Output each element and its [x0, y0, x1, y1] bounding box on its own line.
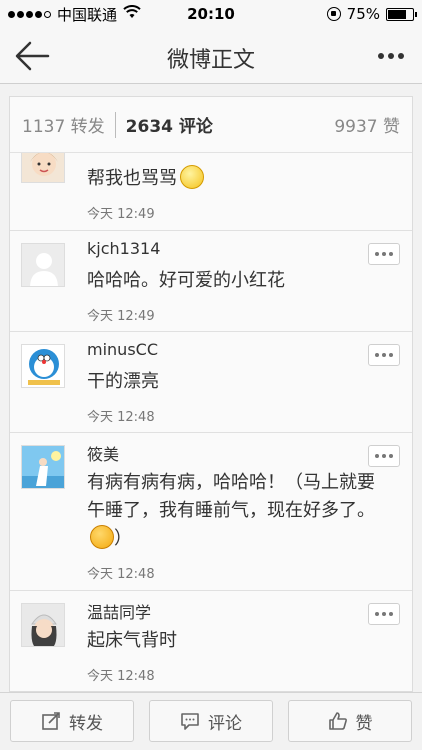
avatar[interactable]	[21, 344, 65, 388]
carrier-name: 中国联通	[57, 5, 118, 24]
comment-menu-button[interactable]	[368, 445, 400, 467]
comment-label: 评论	[208, 713, 242, 734]
comment-count: 2634	[125, 117, 173, 137]
stats-tab-bar: 1137 转发 2634 评论 9937 赞	[10, 97, 412, 153]
comment-text: 有病有病有病，哈哈哈！（马上就要午睡了，我有睡前气，现在好多了。）	[87, 472, 375, 549]
comment-item[interactable]: 帮我也骂骂 今天 12:49	[10, 153, 412, 231]
more-options-button[interactable]	[378, 48, 408, 64]
signal-strength-icon	[8, 10, 51, 18]
comment-text: 哈哈哈。好可爱的小红花	[87, 270, 285, 291]
repost-button[interactable]: 转发	[10, 700, 134, 742]
repost-tab-label: 转发	[70, 117, 105, 137]
comment-item[interactable]: minusCC 干的漂亮 今天 12:48	[10, 332, 412, 433]
avatar[interactable]	[21, 243, 65, 287]
commenter-name[interactable]: minusCC	[87, 340, 158, 359]
comment-text: 干的漂亮	[87, 371, 159, 392]
like-tab-label: 赞	[383, 117, 400, 137]
laughing-emoji-icon	[90, 525, 114, 549]
comment-time: 今天 12:49	[87, 309, 155, 324]
like-button[interactable]: 赞	[288, 700, 412, 742]
tab-divider	[114, 111, 116, 138]
battery-icon	[386, 7, 417, 21]
comment-menu-button[interactable]	[368, 603, 400, 625]
shy-emoji-icon	[180, 165, 204, 189]
comment-item[interactable]: 温喆同学 起床气背时 今天 12:48	[10, 591, 412, 691]
comment-list: 帮我也骂骂 今天 12:49 kjch1314 哈哈哈。好可爱的小红花 今天 1…	[10, 153, 412, 691]
comment-time: 今天 12:48	[87, 567, 155, 582]
comment-button[interactable]: 评论	[149, 700, 273, 742]
status-bar: 中国联通 20:10 75%	[0, 0, 422, 28]
comment-menu-button[interactable]	[368, 344, 400, 366]
comment-text: 起床气背时	[87, 630, 177, 651]
comment-tab-label: 评论	[178, 117, 213, 137]
repost-label: 转发	[69, 713, 103, 734]
battery-percent: 75%	[346, 5, 380, 23]
commenter-name[interactable]: 温喆同学	[87, 599, 151, 623]
avatar[interactable]	[21, 603, 65, 647]
comment-time: 今天 12:48	[87, 669, 155, 684]
comment-item[interactable]: kjch1314 哈哈哈。好可爱的小红花 今天 12:49	[10, 231, 412, 332]
repost-icon	[42, 712, 60, 730]
comment-time: 今天 12:49	[87, 207, 155, 222]
tab-reposts[interactable]: 1137 转发	[22, 112, 105, 137]
comments-card: 1137 转发 2634 评论 9937 赞 帮我也骂骂 今天 12:49 kj…	[9, 96, 413, 692]
navigation-bar: 微博正文	[0, 28, 422, 84]
wifi-icon	[123, 5, 141, 23]
tab-likes[interactable]: 9937 赞	[334, 112, 400, 137]
avatar[interactable]	[21, 445, 65, 489]
like-count: 9937	[334, 117, 378, 137]
comment-text: 帮我也骂骂	[87, 165, 392, 193]
comment-time: 今天 12:48	[87, 410, 155, 425]
commenter-name[interactable]: kjch1314	[87, 239, 160, 258]
like-label: 赞	[355, 713, 373, 734]
bottom-toolbar: 转发 评论 赞	[0, 692, 422, 750]
avatar[interactable]	[21, 153, 65, 183]
rotation-lock-icon	[326, 7, 341, 21]
thumbs-up-icon	[328, 712, 347, 730]
comment-item[interactable]: 筱美 有病有病有病，哈哈哈！（马上就要午睡了，我有睡前气，现在好多了。） 今天 …	[10, 433, 412, 591]
back-button[interactable]	[14, 40, 50, 72]
repost-count: 1137	[22, 117, 66, 137]
back-arrow-icon	[15, 41, 50, 71]
tab-comments[interactable]: 2634 评论	[126, 112, 213, 137]
comment-menu-button[interactable]	[368, 243, 400, 265]
comment-icon	[181, 713, 199, 730]
commenter-name[interactable]: 筱美	[87, 441, 119, 465]
more-dot-icon	[378, 53, 384, 59]
page-title: 微博正文	[166, 48, 255, 73]
